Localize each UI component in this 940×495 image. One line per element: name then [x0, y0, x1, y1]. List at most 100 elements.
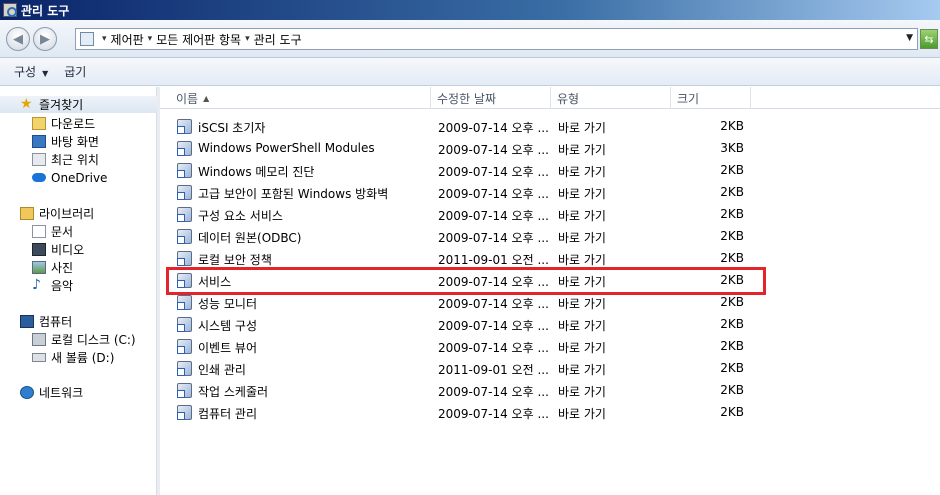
firewall-icon [177, 185, 192, 200]
file-name: 구성 요소 서비스 [198, 209, 283, 223]
file-row[interactable]: Windows PowerShell Modules 2009-07-14 오후… [160, 138, 940, 160]
nav-item-music[interactable]: ♪ 음악 [32, 277, 73, 294]
file-type: 바로 가기 [558, 385, 606, 399]
file-row[interactable]: 고급 보안이 포함된 Windows 방화벽 2009-07-14 오후 ...… [160, 182, 940, 204]
address-bar: ◀ ▶ ▾ 제어판 ▾ 모든 제어판 항목 ▾ 관리 도구 ▼ ⇆ [0, 20, 940, 58]
library-icon [20, 207, 34, 220]
column-header-date[interactable]: 수정한 날짜 [431, 87, 551, 109]
breadcrumb-all-items[interactable]: 모든 제어판 항목 [156, 31, 241, 48]
column-header-size[interactable]: 크기 [671, 87, 751, 109]
nav-label: 바탕 화면 [51, 135, 99, 149]
nav-item-documents[interactable]: 문서 [32, 223, 73, 240]
computer-icon [20, 315, 34, 328]
file-row[interactable]: 성능 모니터 2009-07-14 오후 ... 바로 가기 2KB [160, 292, 940, 314]
memory-diagnostic-icon [177, 163, 192, 178]
breadcrumb-separator[interactable]: ▾ [102, 34, 107, 44]
file-type: 바로 가기 [558, 143, 606, 157]
file-row[interactable]: 시스템 구성 2009-07-14 오후 ... 바로 가기 2KB [160, 314, 940, 336]
column-header-bar: 이름 ▲ 수정한 날짜 유형 크기 [160, 87, 940, 109]
file-size: 2KB [720, 383, 744, 397]
nav-label: 다운로드 [51, 117, 96, 131]
nav-label: OneDrive [51, 170, 108, 185]
breadcrumb-admin-tools[interactable]: 관리 도구 [254, 31, 302, 48]
nav-item-local-disk[interactable]: 로컬 디스크 (C:) [32, 331, 136, 348]
file-date: 2009-07-14 오후 ... [438, 407, 549, 421]
file-size: 2KB [720, 405, 744, 419]
sort-ascending-icon: ▲ [203, 93, 210, 103]
refresh-button[interactable]: ⇆ [920, 29, 938, 49]
file-type: 바로 가기 [558, 187, 606, 201]
file-row[interactable]: Windows 메모리 진단 2009-07-14 오후 ... 바로 가기 2… [160, 160, 940, 182]
file-date: 2009-07-14 오후 ... [438, 165, 549, 179]
nav-item-new-volume[interactable]: 새 볼륨 (D:) [32, 349, 114, 366]
arrow-right-icon: ▶ [40, 31, 50, 47]
nav-item-network[interactable]: 네트워크 [20, 384, 83, 401]
back-button[interactable]: ◀ [6, 27, 30, 51]
file-row[interactable]: 서비스 2009-07-14 오후 ... 바로 가기 2KB [160, 270, 940, 292]
file-row[interactable]: 작업 스케줄러 2009-07-14 오후 ... 바로 가기 2KB [160, 380, 940, 402]
file-row[interactable]: 컴퓨터 관리 2009-07-14 오후 ... 바로 가기 2KB [160, 402, 940, 424]
arrow-left-icon: ◀ [13, 31, 23, 47]
system-configuration-icon [177, 317, 192, 332]
breadcrumb-separator[interactable]: ▾ [245, 34, 250, 44]
burn-button[interactable]: 굽기 [56, 63, 94, 80]
nav-label: 네트워크 [39, 386, 84, 400]
file-date: 2011-09-01 오전 ... [438, 363, 549, 377]
file-date: 2009-07-14 오후 ... [438, 297, 549, 311]
file-name: 인쇄 관리 [198, 363, 246, 377]
nav-item-pictures[interactable]: 사진 [32, 259, 73, 276]
nav-label: 최근 위치 [51, 153, 99, 167]
downloads-folder-icon [32, 117, 46, 130]
nav-label: 새 볼륨 (D:) [51, 351, 115, 365]
file-row[interactable]: 데이터 원본(ODBC) 2009-07-14 오후 ... 바로 가기 2KB [160, 226, 940, 248]
print-management-icon [177, 361, 192, 376]
forward-button[interactable]: ▶ [33, 27, 57, 51]
file-date: 2009-07-14 오후 ... [438, 121, 549, 135]
nav-label: 사진 [51, 261, 74, 275]
file-name: 성능 모니터 [198, 297, 258, 311]
nav-item-downloads[interactable]: 다운로드 [32, 115, 95, 132]
address-field[interactable]: ▾ 제어판 ▾ 모든 제어판 항목 ▾ 관리 도구 ▼ [75, 28, 918, 50]
file-row[interactable]: iSCSI 초기자 2009-07-14 오후 ... 바로 가기 2KB [160, 116, 940, 138]
file-size: 3KB [720, 141, 744, 155]
file-row[interactable]: 이벤트 뷰어 2009-07-14 오후 ... 바로 가기 2KB [160, 336, 940, 358]
nav-label: 로컬 디스크 (C:) [51, 333, 136, 347]
nav-item-onedrive[interactable]: OneDrive [32, 169, 107, 186]
file-date: 2011-09-01 오전 ... [438, 253, 549, 267]
chevron-down-icon[interactable]: ▼ [906, 33, 913, 43]
file-date: 2009-07-14 오후 ... [438, 275, 549, 289]
nav-item-libraries[interactable]: 라이브러리 [20, 205, 94, 222]
file-size: 2KB [720, 207, 744, 221]
security-policy-icon [177, 251, 192, 266]
nav-label: 라이브러리 [39, 207, 95, 221]
column-label: 이름 [176, 91, 199, 106]
component-services-icon [177, 207, 192, 222]
file-name: iSCSI 초기자 [198, 121, 266, 135]
column-header-type[interactable]: 유형 [551, 87, 671, 109]
nav-item-recent[interactable]: 최근 위치 [32, 151, 99, 168]
file-size: 2KB [720, 229, 744, 243]
file-row[interactable]: 로컬 보안 정책 2011-09-01 오전 ... 바로 가기 2KB [160, 248, 940, 270]
breadcrumb-control-panel[interactable]: 제어판 [111, 31, 144, 48]
nav-label: 비디오 [51, 243, 85, 257]
task-scheduler-icon [177, 383, 192, 398]
file-name: 컴퓨터 관리 [198, 407, 258, 421]
desktop-icon [32, 135, 46, 148]
organize-label: 구성 [14, 65, 37, 79]
control-panel-icon [80, 32, 94, 46]
file-name: 시스템 구성 [198, 319, 258, 333]
nav-item-computer[interactable]: 컴퓨터 [20, 313, 72, 330]
burn-label: 굽기 [64, 65, 87, 79]
file-row[interactable]: 구성 요소 서비스 2009-07-14 오후 ... 바로 가기 2KB [160, 204, 940, 226]
file-size: 2KB [720, 185, 744, 199]
nav-item-desktop[interactable]: 바탕 화면 [32, 133, 99, 150]
file-type: 바로 가기 [558, 165, 606, 179]
nav-item-favorites[interactable]: ★ 즐겨찾기 [0, 96, 157, 113]
picture-icon [32, 261, 46, 274]
column-header-name[interactable]: 이름 ▲ [160, 87, 431, 109]
file-row[interactable]: 인쇄 관리 2011-09-01 오전 ... 바로 가기 2KB [160, 358, 940, 380]
file-type: 바로 가기 [558, 407, 606, 421]
nav-item-videos[interactable]: 비디오 [32, 241, 84, 258]
organize-button[interactable]: 구성 ▼ [6, 63, 56, 80]
breadcrumb-separator[interactable]: ▾ [148, 34, 153, 44]
